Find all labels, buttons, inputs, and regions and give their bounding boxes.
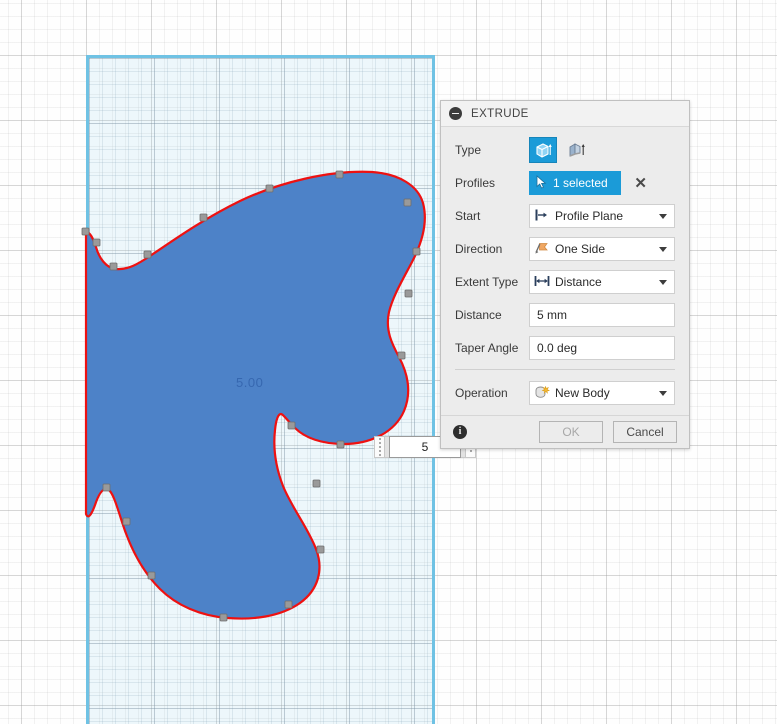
new-body-icon	[534, 385, 551, 402]
row-distance: Distance 5 mm	[441, 300, 689, 330]
cad-application-window: 5.00 EXTRUDE Type	[0, 0, 777, 724]
label-profiles: Profiles	[455, 176, 496, 190]
close-x-icon[interactable]: ✕	[634, 176, 648, 191]
start-value: Profile Plane	[555, 209, 624, 223]
label-start: Start	[455, 209, 481, 223]
dialog-body: Type Profiles 1 selected ✕ Start Profile…	[441, 127, 689, 415]
distance-value: 5 mm	[537, 308, 567, 322]
operation-dropdown[interactable]: New Body	[529, 381, 675, 405]
dialog-footer: i OK Cancel	[441, 415, 689, 448]
collapse-minus-icon[interactable]	[449, 107, 462, 120]
chevron-down-icon[interactable]	[659, 391, 667, 396]
chevron-down-icon[interactable]	[659, 214, 667, 219]
label-distance: Distance	[455, 308, 502, 322]
section-divider	[455, 369, 675, 370]
operation-value: New Body	[555, 386, 610, 400]
profiles-select-label: 1 selected	[553, 176, 608, 190]
label-operation: Operation	[455, 386, 508, 400]
label-taper-angle: Taper Angle	[455, 341, 519, 355]
profiles-select-button[interactable]: 1 selected	[529, 171, 621, 195]
extrude-dimension-label: 5.00	[236, 375, 264, 390]
cursor-arrow-icon	[535, 174, 548, 192]
taper-angle-value: 0.0 deg	[537, 341, 578, 355]
distance-input[interactable]: 5 mm	[529, 303, 675, 327]
manipulator-grip-left-icon[interactable]	[374, 436, 385, 458]
ok-button[interactable]: OK	[539, 421, 603, 443]
label-direction: Direction	[455, 242, 503, 256]
extent-type-dropdown[interactable]: Distance	[529, 270, 675, 294]
row-operation: Operation New Body	[441, 378, 689, 408]
row-direction: Direction One Side	[441, 234, 689, 264]
extrude-solid-icon[interactable]	[529, 137, 557, 163]
dialog-title: EXTRUDE	[471, 107, 529, 120]
label-type: Type	[455, 143, 482, 157]
row-profiles: Profiles 1 selected ✕	[441, 168, 689, 198]
profile-plane-icon	[534, 208, 550, 225]
chevron-down-icon[interactable]	[659, 280, 667, 285]
extent-type-value: Distance	[555, 275, 602, 289]
row-start: Start Profile Plane	[441, 201, 689, 231]
row-type: Type	[441, 135, 689, 165]
distance-measure-icon	[534, 274, 550, 291]
extrude-tapered-icon[interactable]	[562, 137, 590, 163]
direction-dropdown[interactable]: One Side	[529, 237, 675, 261]
chevron-down-icon[interactable]	[659, 247, 667, 252]
taper-angle-input[interactable]: 0.0 deg	[529, 336, 675, 360]
cancel-button[interactable]: Cancel	[613, 421, 677, 443]
sketch-profile-shape[interactable]	[84, 170, 426, 620]
label-extent-type: Extent Type	[455, 275, 519, 289]
row-extent-type: Extent Type Distance	[441, 267, 689, 297]
extrude-dialog[interactable]: EXTRUDE Type Profiles 1 selected ✕ Start…	[440, 100, 690, 449]
row-taper-angle: Taper Angle 0.0 deg	[441, 333, 689, 363]
one-side-arrow-icon	[534, 241, 550, 258]
direction-value: One Side	[555, 242, 606, 256]
dialog-header[interactable]: EXTRUDE	[441, 101, 689, 127]
info-icon[interactable]: i	[453, 425, 467, 439]
start-dropdown[interactable]: Profile Plane	[529, 204, 675, 228]
